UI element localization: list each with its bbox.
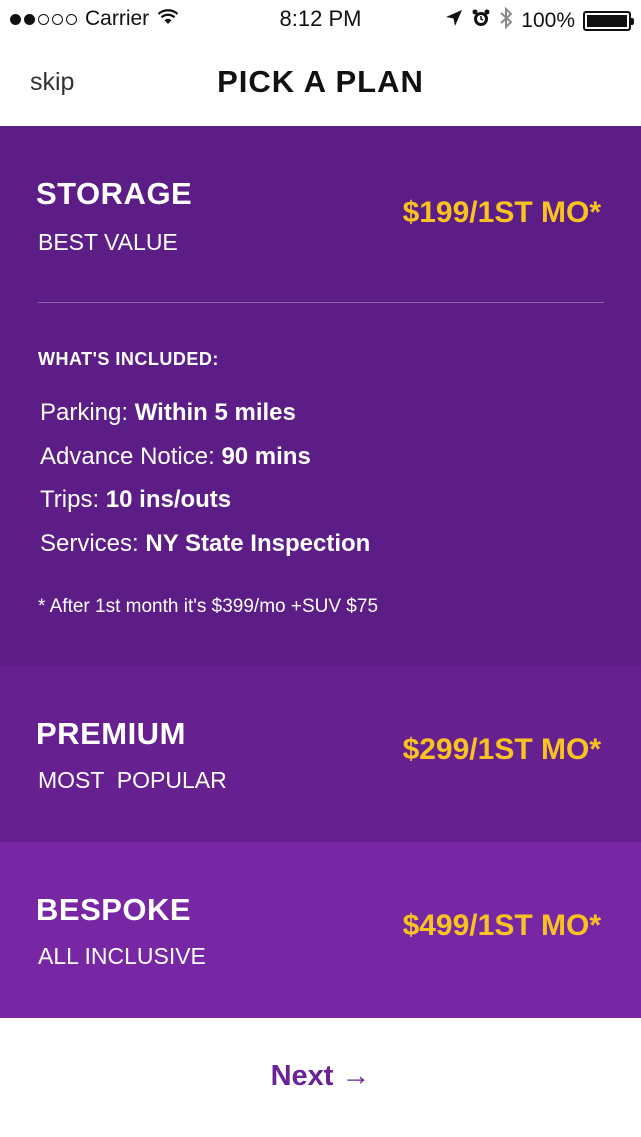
feature-label: Trips: bbox=[40, 486, 100, 513]
feature-value: 90 mins bbox=[221, 442, 311, 470]
navigation-bar: skip PICK A PLAN bbox=[0, 40, 641, 126]
plan-tagline: BEST VALUE bbox=[38, 229, 178, 255]
next-label: Next bbox=[270, 1060, 334, 1092]
status-bar: Carrier 8:12 PM 100% bbox=[0, 0, 641, 40]
plan-name: BESPOKE bbox=[36, 892, 192, 927]
status-right: 100% bbox=[445, 6, 634, 35]
feature-value: 10 ins/outs bbox=[105, 486, 232, 513]
divider bbox=[38, 302, 604, 303]
feature-list: Parking: Within 5 miles Advance Notice: … bbox=[40, 391, 370, 565]
plan-card-storage[interactable]: STORAGE BEST VALUE $199/1ST MO* WHAT'S I… bbox=[0, 126, 641, 666]
plan-card-premium[interactable]: PREMIUM MOST POPULAR $299/1ST MO* bbox=[0, 666, 641, 842]
plan-price: $499/1ST MO* bbox=[402, 909, 601, 942]
plan-card-bespoke[interactable]: BESPOKE ALL INCLUSIVE $499/1ST MO* bbox=[0, 842, 641, 1018]
plan-tagline: MOST POPULAR bbox=[38, 767, 227, 793]
plan-price: $199/1ST MO* bbox=[402, 196, 601, 229]
feature-value: NY State Inspection bbox=[145, 529, 371, 557]
feature-value: Within 5 miles bbox=[134, 399, 296, 426]
plan-name: PREMIUM bbox=[36, 716, 186, 751]
battery-icon bbox=[583, 11, 634, 31]
price-footnote: * After 1st month it's $399/mo +SUV $75 bbox=[38, 596, 379, 617]
feature-advance-notice: Advance Notice: 90 mins bbox=[40, 435, 370, 479]
battery-level bbox=[587, 15, 627, 27]
page-title: PICK A PLAN bbox=[217, 64, 424, 99]
arrow-right-icon: → bbox=[341, 1060, 371, 1092]
feature-label: Parking: bbox=[40, 399, 129, 426]
battery-percent: 100% bbox=[521, 9, 575, 32]
feature-label: Services: bbox=[40, 529, 139, 557]
alarm-icon bbox=[471, 8, 491, 34]
plan-name: STORAGE bbox=[36, 176, 193, 211]
location-arrow-icon bbox=[445, 9, 463, 33]
feature-parking: Parking: Within 5 miles bbox=[40, 391, 370, 435]
plan-tagline: ALL INCLUSIVE bbox=[38, 943, 206, 969]
included-heading: WHAT'S INCLUDED: bbox=[38, 349, 219, 369]
bluetooth-icon bbox=[499, 6, 513, 35]
feature-trips: Trips: 10 ins/outs bbox=[40, 478, 370, 522]
feature-services: Services: NY State Inspection bbox=[40, 522, 370, 566]
next-button[interactable]: Next → bbox=[0, 1060, 641, 1093]
feature-label: Advance Notice: bbox=[40, 442, 215, 470]
plan-price: $299/1ST MO* bbox=[402, 733, 601, 766]
